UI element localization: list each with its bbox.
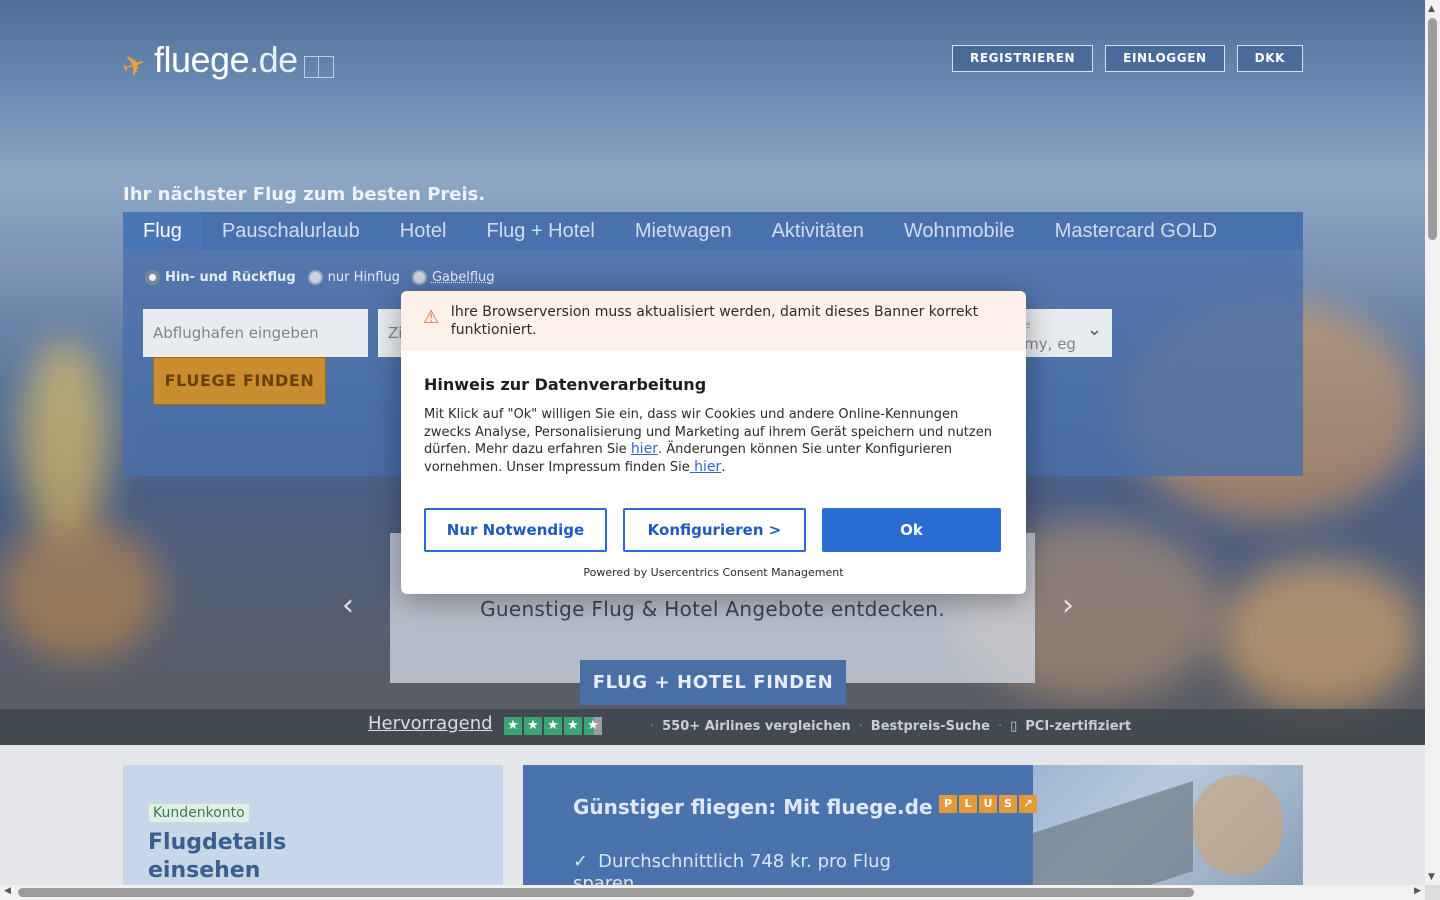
radio-dot-icon: [411, 270, 427, 285]
scroll-up-icon[interactable]: ▲: [1428, 4, 1435, 14]
logo-text: fluege: [154, 39, 250, 80]
radio-round-trip[interactable]: Hin- und Rückflug: [145, 270, 296, 285]
account-card-title: Flugdetails einsehen: [148, 830, 287, 883]
radio-label: Gabelflug: [431, 270, 495, 285]
light-bokeh: [20, 340, 110, 540]
star-icon: ★: [524, 717, 542, 735]
tab-pauschalurlaub[interactable]: Pauschalurlaub: [202, 212, 380, 250]
scroll-down-icon[interactable]: ▼: [1428, 872, 1435, 882]
scroll-right-icon[interactable]: ▶: [1414, 886, 1421, 896]
tab-aktivitaeten[interactable]: Aktivitäten: [752, 212, 884, 250]
plus-promo-card[interactable]: Günstiger fliegen: Mit fluege.de P L U S…: [523, 765, 1303, 885]
usp-list: · 550+ Airlines vergleichen · Bestpreis-…: [650, 719, 1132, 734]
find-flight-hotel-button[interactable]: FLUG + HOTEL FINDEN: [580, 660, 846, 705]
trip-type-options: Hin- und Rückflug nur Hinflug Gabelflug: [145, 270, 495, 285]
dialog-body: Mit Klick auf "Ok" willigen Sie ein, das…: [424, 407, 992, 476]
currency-button[interactable]: DKK: [1236, 45, 1303, 72]
tab-flug-hotel[interactable]: Flug + Hotel: [466, 212, 614, 250]
tab-wohnmobile[interactable]: Wohnmobile: [884, 212, 1035, 250]
country-flag-icon: [303, 56, 334, 78]
usp-item: PCI-zertifiziert: [1025, 719, 1132, 734]
browser-warning: ⚠ Ihre Browserversion muss aktualisiert …: [401, 291, 1026, 351]
promo-benefit-text: Durchschnittlich 748 kr. pro Flug sparen: [573, 851, 891, 885]
privacy-link[interactable]: hier: [631, 441, 658, 457]
promo-image: [1033, 765, 1303, 885]
light-bokeh: [0, 520, 160, 660]
radio-one-way[interactable]: nur Hinflug: [307, 270, 400, 285]
scrollbar-thumb[interactable]: [18, 888, 1194, 897]
cookie-consent-dialog: ⚠ Ihre Browserversion muss aktualisiert …: [401, 291, 1026, 594]
account-card[interactable]: Kundenkonto Flugdetails einsehen: [123, 765, 503, 885]
carousel-text: Guenstige Flug & Hotel Angebote entdecke…: [480, 597, 945, 621]
chevron-down-icon: ⌄: [1086, 319, 1102, 340]
promo-benefit-item: ✓ Durchschnittlich 748 kr. pro Flug spare…: [573, 851, 913, 885]
chevron-right-icon[interactable]: ›: [1062, 588, 1074, 623]
necessary-only-button[interactable]: Nur Notwendige: [424, 508, 607, 552]
star-icon: ★: [504, 717, 522, 735]
tab-hotel[interactable]: Hotel: [380, 212, 467, 250]
star-half-icon: ★: [584, 717, 602, 735]
imprint-link[interactable]: hier: [690, 459, 721, 475]
scroll-left-icon[interactable]: ◀: [4, 886, 11, 896]
powered-by-text: Powered by Usercentrics Consent Manageme…: [583, 566, 844, 579]
rating-stars: ★ ★ ★ ★ ★: [504, 717, 602, 735]
star-icon: ★: [564, 717, 582, 735]
search-tabs: Flug Pauschalurlaub Hotel Flug + Hotel M…: [123, 212, 1303, 250]
trust-bar: Hervorragend ★ ★ ★ ★ ★ · 550+ Airlines v…: [0, 709, 1425, 745]
scrollbar-corner: [1425, 885, 1440, 900]
dialog-title: Hinweis zur Datenverarbeitung: [424, 375, 707, 394]
logo-tld: .de: [249, 39, 298, 80]
tagline: Ihr nächster Flug zum besten Preis.: [123, 184, 486, 205]
usp-item: 550+ Airlines vergleichen: [662, 719, 851, 734]
star-icon: ★: [544, 717, 562, 735]
account-badge: Kundenkonto: [148, 803, 250, 823]
lock-icon: ▯: [1010, 719, 1018, 734]
chevron-left-icon[interactable]: ‹: [342, 588, 354, 623]
radio-label: Hin- und Rückflug: [165, 270, 296, 285]
dialog-actions: Nur Notwendige Konfigurieren > Ok: [424, 508, 1001, 552]
site-logo[interactable]: ✈ fluege.de: [117, 39, 334, 85]
browser-warning-text: Ihre Browserversion muss aktualisiert we…: [450, 304, 979, 338]
find-flights-button[interactable]: FLUEGE FINDEN: [153, 357, 326, 405]
radio-dot-icon: [145, 270, 160, 285]
tab-flug[interactable]: Flug: [123, 212, 202, 250]
usp-item: Bestpreis-Suche: [870, 719, 990, 734]
light-bokeh: [1220, 560, 1420, 710]
login-button[interactable]: EINLOGGEN: [1105, 45, 1225, 72]
departure-airport-input[interactable]: Abflughafen eingeben: [143, 309, 368, 357]
vertical-scrollbar[interactable]: ▲ ▼: [1425, 0, 1440, 900]
scrollbar-thumb[interactable]: [1428, 18, 1437, 240]
rating-label[interactable]: Hervorragend: [368, 713, 493, 734]
warning-icon: ⚠: [423, 307, 440, 328]
radio-dot-icon: [307, 270, 323, 285]
register-button[interactable]: REGISTRIEREN: [952, 45, 1094, 72]
promo-title: Günstiger fliegen: Mit fluege.de: [573, 795, 933, 819]
check-icon: ✓: [573, 851, 589, 872]
horizontal-scrollbar[interactable]: ◀ ▶: [0, 885, 1425, 900]
tab-mietwagen[interactable]: Mietwagen: [615, 212, 752, 250]
tab-mastercard-gold[interactable]: Mastercard GOLD: [1035, 212, 1237, 250]
ok-button[interactable]: Ok: [822, 508, 1001, 552]
plane-icon: ✈: [117, 46, 151, 86]
header-actions: REGISTRIEREN EINLOGGEN DKK: [952, 45, 1303, 72]
configure-button[interactable]: Konfigurieren >: [623, 508, 806, 552]
radio-label: nur Hinflug: [327, 270, 400, 285]
plus-logo: P L U S ↗: [939, 795, 1037, 813]
radio-multi-city[interactable]: Gabelflug: [411, 270, 495, 285]
